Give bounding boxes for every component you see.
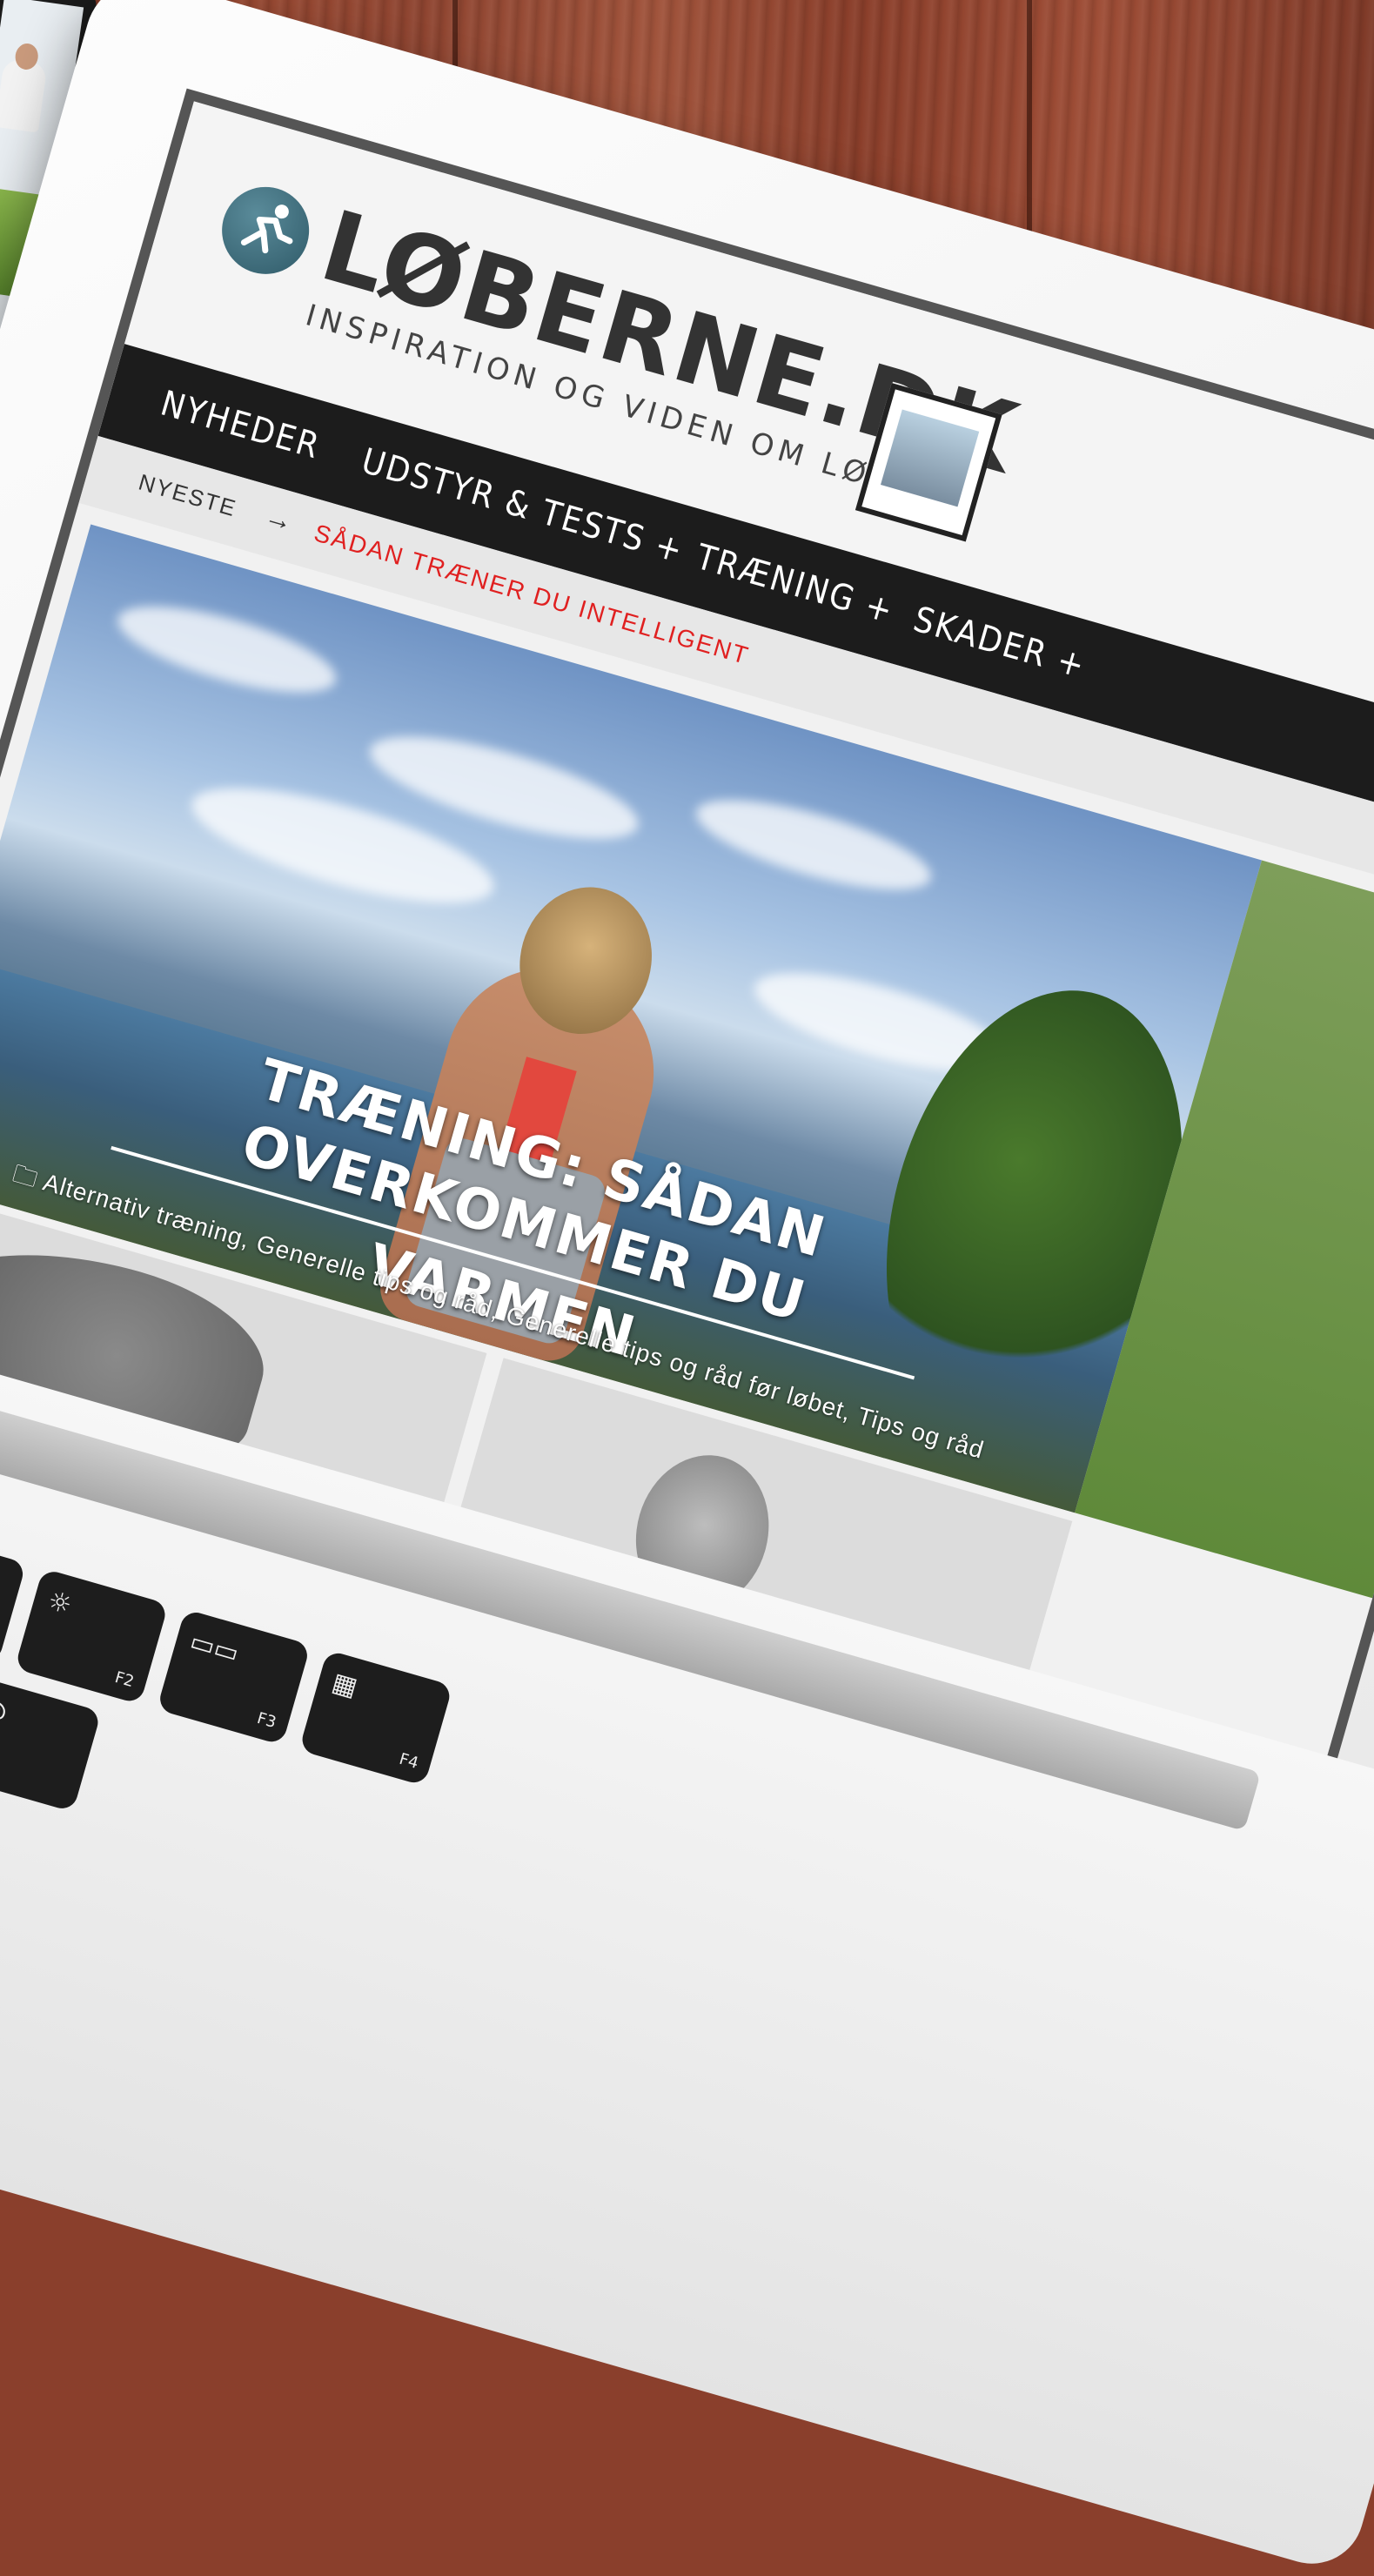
cloud [110,588,345,710]
key-sub-label: F4 [397,1749,421,1773]
key-sub-label: F2 [112,1668,137,1692]
brightness-up-icon: ☼ [44,1585,76,1621]
key-label: @ [0,1693,11,1730]
cloud [687,782,940,909]
ticker-label: NYESTE [135,468,240,522]
key-f4[interactable]: ▦ F4 [298,1649,453,1787]
key-sub-label: F3 [254,1708,278,1733]
key-f2[interactable]: ☼ F2 [14,1567,169,1705]
laptop: LØBERNE.DK INSPIRATION OG VIDEN OM LØB N… [0,0,1374,2576]
key-f3[interactable]: ▭▭ F3 [156,1608,312,1746]
nav-item-nyheder[interactable]: NYHEDER [157,384,325,467]
mission-control-icon: ▭▭ [186,1626,243,1669]
header-ad-image [881,409,980,507]
key-2[interactable]: @ [0,1675,102,1813]
logo-runner-icon[interactable] [211,176,319,285]
launchpad-icon: ▦ [328,1667,361,1703]
nav-item-skader[interactable]: SKADER + [909,600,1090,687]
arrow-right-icon: → [261,500,297,538]
